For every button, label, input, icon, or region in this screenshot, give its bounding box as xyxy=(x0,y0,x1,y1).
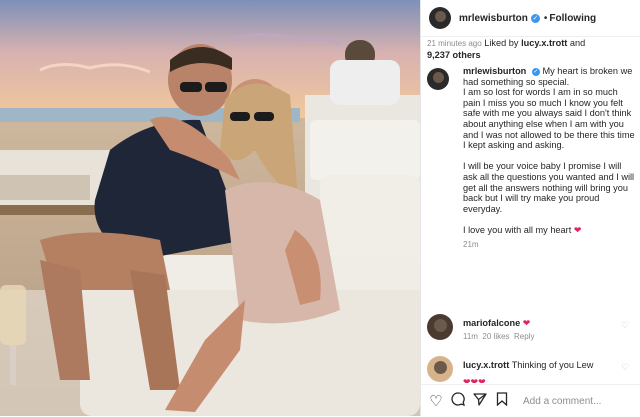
verified-icon: ✓ xyxy=(531,67,540,76)
comment-reply-button[interactable]: Reply xyxy=(514,332,534,341)
comment-item: lucy.x.trott Thinking of you Lew ❤❤❤ ♡ xyxy=(427,356,633,383)
caption-text: mrlewisburton ✓ My heart is broken we ha… xyxy=(463,66,635,250)
caption-para-2: I am so lost for words I am in so much p… xyxy=(463,87,635,151)
bookmark-icon[interactable] xyxy=(491,392,513,410)
liked-by-prefix: Liked by xyxy=(484,38,519,48)
share-icon[interactable] xyxy=(469,392,491,410)
red-heart-emoji-icon: ❤ xyxy=(470,377,479,383)
comments-section[interactable]: 21 minutes ago Liked by lucy.x.trott and… xyxy=(421,36,640,383)
comment-username[interactable]: lucy.x.trott xyxy=(463,360,509,370)
post-photo[interactable] xyxy=(0,0,420,416)
red-heart-emoji-icon: ❤ xyxy=(573,224,582,235)
comment-text: Thinking of you Lew xyxy=(511,360,594,370)
comment-like-heart-icon[interactable]: ♡ xyxy=(621,362,631,372)
liked-by-suffix: and xyxy=(569,38,586,48)
post-photo-image xyxy=(0,0,420,416)
comment-likes[interactable]: 20 likes xyxy=(482,332,509,341)
caption-avatar[interactable] xyxy=(427,68,449,90)
verified-icon: ✓ xyxy=(530,13,540,23)
comment-icon[interactable] xyxy=(447,392,469,410)
caption-time: 21m xyxy=(463,239,479,249)
post-time-ago: 21 minutes ago xyxy=(427,39,482,48)
post-side-panel: mrlewisburton ✓ • Following 21 minutes a… xyxy=(420,0,640,416)
caption-username[interactable]: mrlewisburton xyxy=(463,66,526,76)
caption-para-3: I will be your voice baby I promise I wi… xyxy=(463,161,635,214)
red-heart-emoji-icon: ❤ xyxy=(478,377,486,383)
comment-like-heart-icon[interactable]: ♡ xyxy=(621,320,631,330)
likes-count[interactable]: 9,237 others xyxy=(427,50,481,60)
post-meta: 21 minutes ago Liked by lucy.x.trott and… xyxy=(427,38,635,60)
comment-username[interactable]: mariofalcone xyxy=(463,318,520,328)
red-heart-emoji-icon: ❤ xyxy=(522,318,531,328)
follow-button[interactable]: Following xyxy=(549,13,596,24)
follow-separator: • xyxy=(543,12,548,24)
heart-emojis: ❤❤❤ xyxy=(463,372,486,383)
post-header: mrlewisburton ✓ • Following xyxy=(421,0,640,37)
comment-time: 11m xyxy=(463,332,478,341)
red-heart-emoji-icon: ❤ xyxy=(463,377,471,383)
caption-para-4: I love you with all my heart xyxy=(463,224,572,235)
comment-item: mariofalcone ❤ 11m 20 likes Reply ♡ xyxy=(427,314,633,344)
action-bar: ♡ Add a comment... xyxy=(421,384,640,417)
header-username[interactable]: mrlewisburton xyxy=(459,13,528,24)
avatar[interactable] xyxy=(429,7,451,29)
comment-avatar[interactable] xyxy=(427,314,453,340)
add-comment-input[interactable]: Add a comment... xyxy=(523,396,601,407)
comment-avatar[interactable] xyxy=(427,356,453,382)
liked-by-user[interactable]: lucy.x.trott xyxy=(521,38,567,48)
heart-icon[interactable]: ♡ xyxy=(425,392,447,410)
